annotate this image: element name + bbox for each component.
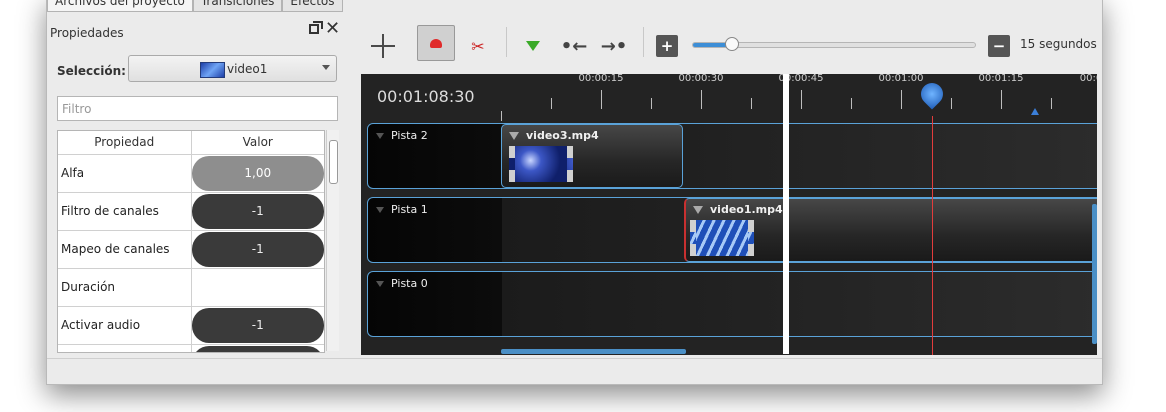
- timeline-edge: [783, 74, 789, 354]
- tab-transitions[interactable]: Transiciones: [192, 0, 283, 12]
- collapse-icon[interactable]: [376, 281, 384, 287]
- filter-input[interactable]: [57, 96, 338, 121]
- selection-label: Selección:: [57, 64, 126, 78]
- project-tabs: Archivos del proyecto Transiciones Efect…: [47, 0, 343, 12]
- property-value[interactable]: -1: [191, 194, 324, 229]
- ruler-tick: [701, 90, 702, 109]
- add-track-icon[interactable]: [367, 31, 399, 61]
- table-row[interactable]: [58, 345, 324, 352]
- marker-icon[interactable]: [1031, 108, 1039, 115]
- track-name: Pista 0: [391, 277, 428, 290]
- table-row[interactable]: Alfa 1,00: [58, 155, 324, 193]
- clip-video3[interactable]: video3.mp4: [501, 124, 683, 188]
- ruler-label: 00:01:00: [878, 74, 924, 84]
- table-row[interactable]: Mapeo de canales -1: [58, 231, 324, 269]
- zoom-slider-handle[interactable]: [725, 37, 740, 51]
- property-value[interactable]: -1: [191, 232, 324, 267]
- snap-toggle-button[interactable]: [417, 25, 455, 61]
- ruler-tick: [1051, 98, 1052, 109]
- razor-icon[interactable]: ✂: [467, 31, 489, 61]
- property-value[interactable]: 1,00: [191, 156, 324, 191]
- table-row[interactable]: Filtro de canales -1: [58, 193, 324, 231]
- column-header-value[interactable]: Valor: [192, 131, 325, 154]
- table-row[interactable]: Activar audio -1: [58, 307, 324, 345]
- table-row[interactable]: Duración: [58, 269, 324, 307]
- next-marker-icon[interactable]: →•: [597, 31, 631, 61]
- ruler-tick: [851, 98, 852, 109]
- magnet-icon: [430, 38, 442, 48]
- add-marker-icon[interactable]: [521, 31, 545, 61]
- properties-title: Propiedades: [50, 26, 124, 40]
- clip-menu-icon[interactable]: [509, 132, 519, 140]
- chevron-down-icon: [322, 65, 330, 70]
- float-panel-icon[interactable]: [309, 21, 323, 34]
- video-thumbnail-icon: [200, 62, 225, 78]
- clip-video1[interactable]: video1.mp4: [684, 198, 1097, 262]
- app-window: Archivos del proyecto Transiciones Efect…: [46, 0, 1103, 385]
- timeline[interactable]: 00:01:08:30 00:00:15 00:00:30 00:00:45 0…: [361, 74, 1097, 355]
- clip-menu-icon[interactable]: [693, 206, 703, 214]
- clip-name: video3.mp4: [526, 129, 599, 142]
- ruler-label: 00:00:30: [678, 74, 724, 84]
- zoom-label: 15 segundos: [1020, 37, 1097, 51]
- toolbar-separator: [643, 27, 644, 57]
- close-icon[interactable]: ✕: [325, 20, 340, 38]
- ruler-tick: [751, 98, 752, 109]
- ruler-label: 00:00:15: [578, 74, 624, 84]
- ruler-label: 00:01:15: [978, 74, 1024, 84]
- properties-scrollbar[interactable]: [326, 130, 339, 351]
- timeline-vertical-scrollbar[interactable]: [1092, 204, 1097, 344]
- clip-thumbnail: [509, 146, 573, 182]
- property-name: Duración: [58, 269, 192, 306]
- track-name: Pista 2: [391, 129, 428, 142]
- zoom-out-button[interactable]: −: [988, 35, 1010, 57]
- ruler-tick: [801, 90, 802, 109]
- property-value[interactable]: -1: [191, 308, 324, 343]
- table-header: Propiedad Valor: [58, 131, 324, 155]
- time-ruler[interactable]: 00:00:15 00:00:30 00:00:45 00:01:00 00:0…: [501, 74, 1097, 116]
- property-name: Activar audio: [58, 307, 192, 344]
- timeline-horizontal-scrollbar[interactable]: [501, 349, 686, 354]
- properties-table: Propiedad Valor Alfa 1,00 Filtro de cana…: [57, 130, 325, 353]
- track-pista-2[interactable]: Pista 2 video3.mp4: [367, 123, 1097, 189]
- property-name: Mapeo de canales: [58, 231, 192, 268]
- dock-controls: ✕: [309, 20, 340, 38]
- tab-effects[interactable]: Efectos: [282, 0, 343, 12]
- ruler-tick: [1001, 90, 1002, 109]
- playhead-line: [932, 116, 933, 355]
- toolbar-separator: [506, 27, 507, 57]
- ruler-tick: [551, 98, 552, 109]
- collapse-icon[interactable]: [376, 133, 384, 139]
- clip-thumbnail: [690, 220, 754, 256]
- property-name: [58, 345, 192, 352]
- scrollbar-thumb[interactable]: [329, 140, 338, 184]
- track-pista-1[interactable]: Pista 1 video1.mp4: [367, 197, 1097, 263]
- status-divider: [47, 358, 1102, 359]
- zoom-in-button[interactable]: +: [656, 35, 678, 57]
- clip-name: video1.mp4: [710, 203, 783, 216]
- ruler-tick: [601, 90, 602, 109]
- ruler-label: 00:0: [1079, 74, 1097, 84]
- selection-dropdown[interactable]: video1: [128, 55, 337, 82]
- ruler-tick: [651, 98, 652, 109]
- selection-value: video1: [227, 62, 268, 76]
- collapse-icon[interactable]: [376, 207, 384, 213]
- column-header-property[interactable]: Propiedad: [58, 131, 192, 154]
- previous-marker-icon[interactable]: •←: [557, 31, 591, 61]
- track-pista-0[interactable]: Pista 0: [367, 271, 1097, 337]
- zoom-slider[interactable]: [692, 37, 976, 51]
- property-value[interactable]: [191, 270, 324, 305]
- current-time: 00:01:08:30: [377, 87, 475, 106]
- property-value[interactable]: [191, 346, 324, 352]
- property-name: Alfa: [58, 155, 192, 192]
- track-name: Pista 1: [391, 203, 428, 216]
- ruler-tick: [951, 98, 952, 109]
- property-name: Filtro de canales: [58, 193, 192, 230]
- ruler-tick: [901, 90, 902, 109]
- tab-project-files[interactable]: Archivos del proyecto: [47, 0, 193, 12]
